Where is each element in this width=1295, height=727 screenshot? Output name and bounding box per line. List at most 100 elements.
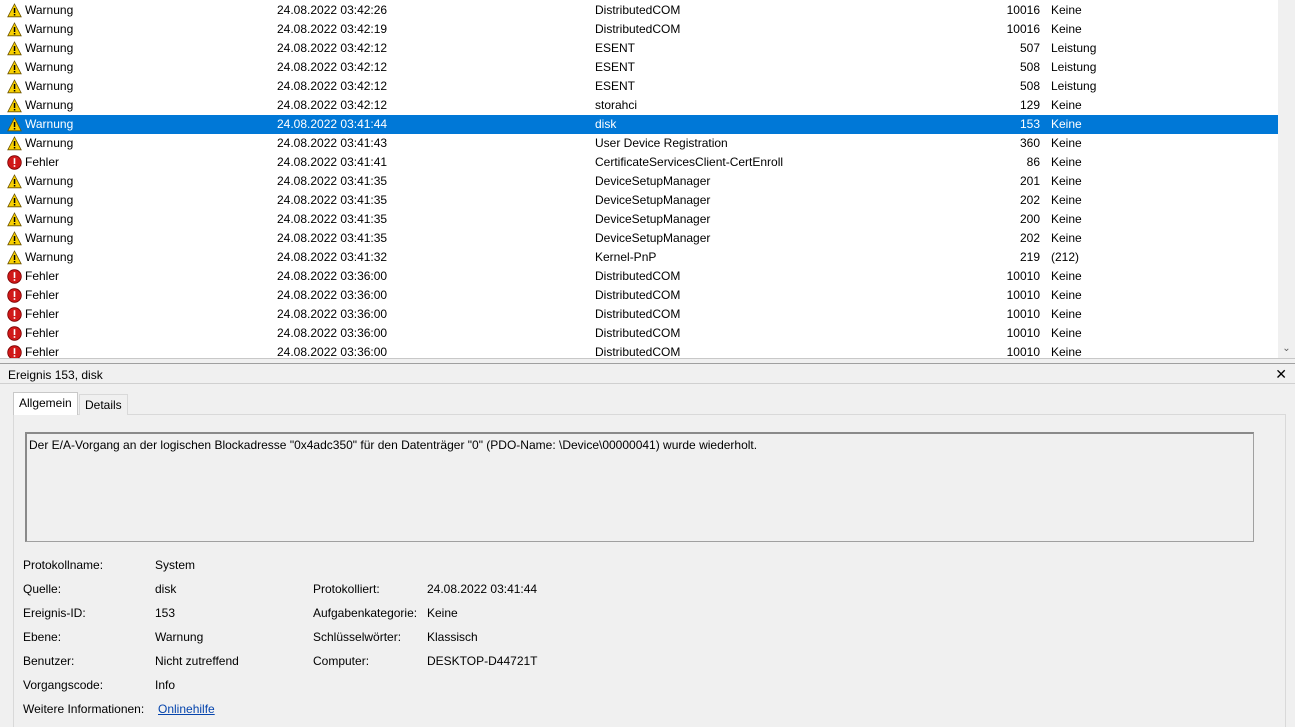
warning-icon [7, 3, 22, 18]
level-cell: Fehler [25, 155, 60, 169]
level-cell: Fehler [25, 345, 60, 358]
task-category-cell: Keine [1051, 269, 1082, 283]
event-id-cell: 10010 [1006, 345, 1040, 358]
event-id-cell: 202 [1019, 193, 1040, 207]
table-row[interactable]: Warnung 24.08.2022 03:41:32 Kernel-PnP 219 (… [0, 248, 1278, 267]
table-row[interactable]: Warnung 24.08.2022 03:42:19 DistributedCOM… [0, 20, 1278, 39]
level-cell: Warnung [25, 117, 74, 131]
level-value: Warnung [155, 630, 204, 644]
date-time-cell: 24.08.2022 03:41:43 [277, 136, 388, 150]
source-cell: DistributedCOM [595, 307, 681, 321]
date-time-cell: 24.08.2022 03:36:00 [277, 269, 388, 283]
event-id-cell: 202 [1019, 231, 1040, 245]
close-icon[interactable]: ✕ [1275, 365, 1287, 383]
source-cell: CertificateServicesClient-CertEnroll [595, 155, 784, 169]
keywords-value: Klassisch [427, 630, 478, 644]
task-category-cell: Keine [1051, 307, 1082, 321]
event-id-cell: 201 [1019, 174, 1040, 188]
chevron-down-icon[interactable]: ⌄ [1278, 342, 1295, 356]
date-time-cell: 24.08.2022 03:36:00 [277, 288, 388, 302]
level-cell: Fehler [25, 307, 60, 321]
table-row[interactable]: Fehler 24.08.2022 03:36:00 DistributedCOM 1… [0, 286, 1278, 305]
level-cell: Warnung [25, 136, 74, 150]
table-row[interactable]: Warnung 24.08.2022 03:41:35 DeviceSetupMan… [0, 172, 1278, 191]
more-info-label: Weitere Informationen: [23, 702, 145, 716]
detail-title: Ereignis 153, disk [8, 368, 103, 382]
error-icon [7, 269, 22, 284]
table-row[interactable]: Fehler 24.08.2022 03:41:41 CertificateServ… [0, 153, 1278, 172]
source-cell: User Device Registration [595, 136, 728, 150]
event-list[interactable]: Warnung 24.08.2022 03:42:26 DistributedCOM… [0, 0, 1295, 358]
source-cell: ESENT [595, 60, 636, 74]
date-time-cell: 24.08.2022 03:42:19 [277, 22, 388, 36]
table-row[interactable]: Warnung 24.08.2022 03:41:43 User Device Re… [0, 134, 1278, 153]
event-description[interactable]: Der E/A-Vorgang an der logischen Blockad… [25, 432, 1254, 542]
level-label: Ebene: [23, 630, 62, 644]
source-cell: DistributedCOM [595, 22, 681, 36]
warning-icon [7, 231, 22, 246]
task-category-cell: Keine [1051, 117, 1082, 131]
pane-splitter[interactable] [0, 358, 1295, 364]
date-time-cell: 24.08.2022 03:41:35 [277, 231, 388, 245]
event-id-cell: 129 [1019, 98, 1040, 112]
event-id-value: 153 [155, 606, 176, 620]
source-cell: DistributedCOM [595, 269, 681, 283]
source-cell: DistributedCOM [595, 326, 681, 340]
date-time-cell: 24.08.2022 03:41:44 [277, 117, 388, 131]
event-id-cell: 10016 [1006, 22, 1040, 36]
table-row[interactable]: Fehler 24.08.2022 03:36:00 DistributedCOM 1… [0, 267, 1278, 286]
table-row[interactable]: Warnung 24.08.2022 03:41:35 DeviceSetupMan… [0, 229, 1278, 248]
table-row[interactable]: Fehler 24.08.2022 03:36:00 DistributedCOM 1… [0, 324, 1278, 343]
event-id-cell: 86 [1026, 155, 1040, 169]
date-time-cell: 24.08.2022 03:41:35 [277, 193, 388, 207]
warning-icon [7, 79, 22, 94]
source-cell: DistributedCOM [595, 3, 681, 17]
table-row[interactable]: Fehler 24.08.2022 03:36:00 DistributedCOM 1… [0, 305, 1278, 324]
event-id-cell: 219 [1019, 250, 1040, 264]
table-row[interactable]: Warnung 24.08.2022 03:41:35 DeviceSetupMan… [0, 191, 1278, 210]
task-category-cell: Keine [1051, 231, 1082, 245]
level-cell: Warnung [25, 250, 74, 264]
tab-general[interactable]: Allgemein [13, 392, 78, 415]
table-row[interactable]: Warnung 24.08.2022 03:42:12 ESENT 508 Leistu… [0, 58, 1278, 77]
computer-value: DESKTOP-D44721T [427, 654, 538, 668]
task-category-cell: Keine [1051, 212, 1082, 226]
task-category-cell: Keine [1051, 22, 1082, 36]
tab-details[interactable]: Details [79, 394, 128, 415]
event-id-cell: 153 [1019, 117, 1040, 131]
warning-icon [7, 22, 22, 37]
task-category-cell: Keine [1051, 136, 1082, 150]
source-cell: ESENT [595, 41, 636, 55]
user-label: Benutzer: [23, 654, 75, 668]
vertical-scrollbar[interactable]: ⌄ [1278, 0, 1295, 358]
event-rows: Warnung 24.08.2022 03:42:26 DistributedCOM… [0, 1, 1278, 358]
date-time-cell: 24.08.2022 03:41:35 [277, 212, 388, 226]
table-row[interactable]: Warnung 24.08.2022 03:42:12 ESENT 508 Leistu… [0, 77, 1278, 96]
event-id-cell: 10016 [1006, 3, 1040, 17]
source-cell: ESENT [595, 79, 636, 93]
table-row[interactable]: Warnung 24.08.2022 03:42:26 DistributedCOM… [0, 1, 1278, 20]
table-row[interactable]: Warnung 24.08.2022 03:41:44 disk 153 Keine [0, 115, 1278, 134]
date-time-cell: 24.08.2022 03:42:12 [277, 41, 388, 55]
event-id-cell: 508 [1019, 60, 1040, 74]
table-row[interactable]: Fehler 24.08.2022 03:36:00 DistributedCOM 1… [0, 343, 1278, 358]
source-cell: DeviceSetupManager [595, 212, 711, 226]
warning-icon [7, 250, 22, 265]
online-help-link[interactable]: Onlinehilfe [158, 702, 215, 716]
task-category-cell: Keine [1051, 345, 1082, 358]
source-label: Quelle: [23, 582, 62, 596]
warning-icon [7, 212, 22, 227]
table-row[interactable]: Warnung 24.08.2022 03:42:12 storahci 129 Kei… [0, 96, 1278, 115]
table-row[interactable]: Warnung 24.08.2022 03:42:12 ESENT 507 Leistu… [0, 39, 1278, 58]
date-time-cell: 24.08.2022 03:36:00 [277, 326, 388, 340]
event-id-cell: 508 [1019, 79, 1040, 93]
task-category-cell: Keine [1051, 155, 1082, 169]
detail-header: Ereignis 153, disk ✕ [0, 365, 1295, 384]
error-icon [7, 326, 22, 341]
level-cell: Warnung [25, 41, 74, 55]
source-value: disk [155, 582, 177, 596]
source-cell: disk [595, 117, 617, 131]
table-row[interactable]: Warnung 24.08.2022 03:41:35 DeviceSetupMan… [0, 210, 1278, 229]
warning-icon [7, 98, 22, 113]
task-category-cell: Leistung [1051, 60, 1097, 74]
